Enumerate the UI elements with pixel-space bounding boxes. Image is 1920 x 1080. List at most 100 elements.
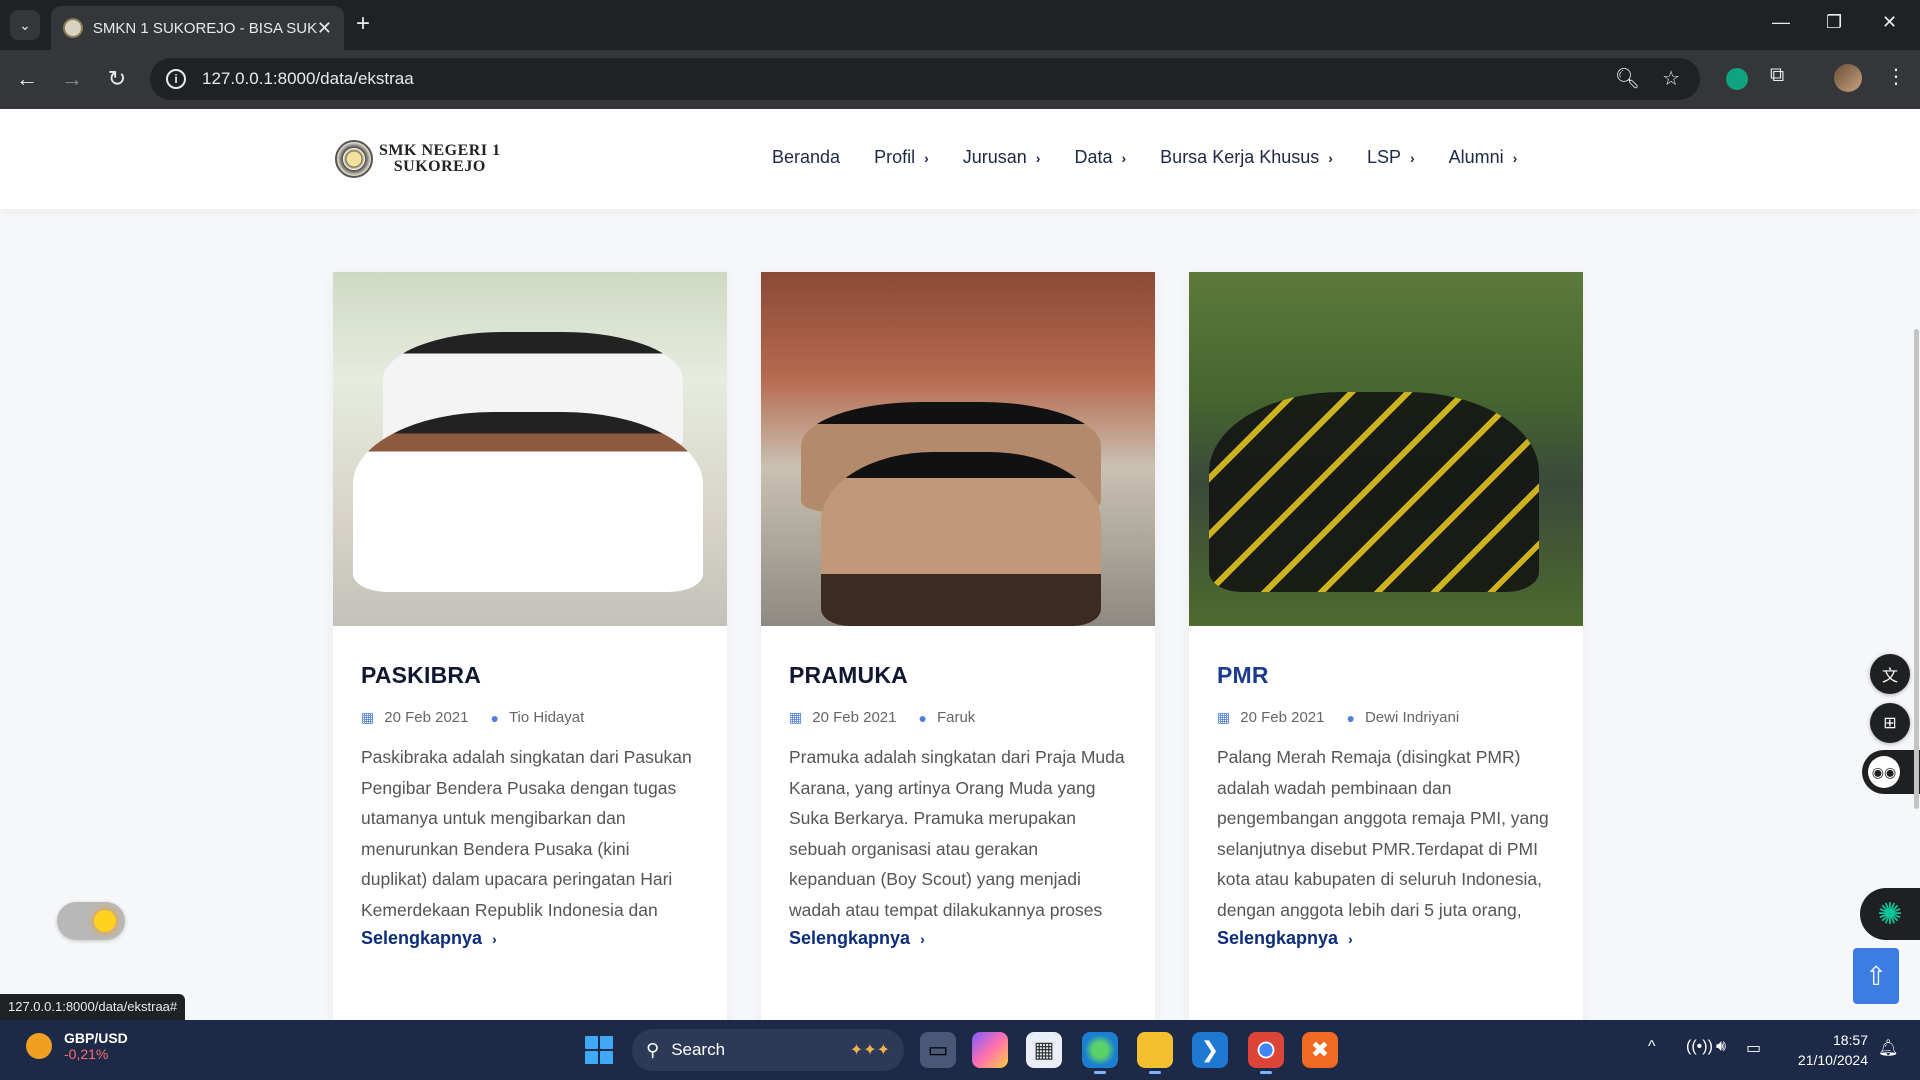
user-icon: ● bbox=[918, 709, 927, 726]
browser-toolbar: ← → ↻ i 127.0.0.1:8000/data/ekstraa 🔍︎ ☆… bbox=[0, 50, 1920, 109]
card-author: Faruk bbox=[936, 709, 976, 726]
minimize-icon[interactable]: — bbox=[1772, 12, 1790, 33]
store-icon[interactable]: ▦ bbox=[1026, 1032, 1062, 1068]
url-text: 127.0.0.1:8000/data/ekstraa bbox=[202, 69, 414, 88]
nav-label: Bursa Kerja Khusus bbox=[1160, 147, 1320, 167]
chrome-icon[interactable] bbox=[1248, 1032, 1284, 1074]
restore-icon[interactable]: ❐ bbox=[1826, 12, 1842, 33]
nav-beranda[interactable]: Beranda bbox=[772, 147, 840, 168]
menu-icon[interactable]: ⋮ bbox=[1886, 64, 1906, 89]
clock[interactable]: 18:57 21/10/2024 bbox=[1780, 1030, 1868, 1070]
notification-bell-icon[interactable]: 🔔︎ bbox=[1878, 1038, 1898, 1058]
currency-icon bbox=[26, 1033, 52, 1059]
scrollbar[interactable] bbox=[1914, 329, 1919, 809]
search-label: Search bbox=[671, 1040, 726, 1059]
card-pmr: PMR ▦ 20 Feb 2021 ● Dewi Indriyani Palan… bbox=[1189, 272, 1583, 1020]
chevron-right-icon: › bbox=[492, 930, 497, 947]
card-author: Dewi Indriyani bbox=[1364, 709, 1460, 726]
edge-icon[interactable] bbox=[1082, 1032, 1118, 1074]
card-date: 20 Feb 2021 bbox=[812, 709, 897, 726]
market-widget[interactable]: GBP/USD -0,21% bbox=[26, 1030, 128, 1062]
read-more-label: Selengkapnya bbox=[361, 928, 483, 948]
read-more-label: Selengkapnya bbox=[1217, 928, 1339, 948]
tab-list-icon[interactable]: ⌄ bbox=[10, 10, 40, 40]
logo-text: SMK NEGERI 1 SUKOREJO bbox=[379, 143, 501, 175]
nav-lsp[interactable]: LSP › bbox=[1367, 147, 1415, 168]
card-meta: ▦ 20 Feb 2021 ● Faruk bbox=[789, 709, 1127, 726]
volume-icon[interactable]: 🔊︎ bbox=[1716, 1038, 1726, 1056]
card-image-paskibra[interactable] bbox=[333, 272, 727, 626]
card-meta: ▦ 20 Feb 2021 ● Dewi Indriyani bbox=[1217, 709, 1555, 726]
zoom-icon[interactable]: 🔍︎ bbox=[1615, 66, 1640, 91]
copilot-icon[interactable] bbox=[972, 1032, 1008, 1068]
window-close-icon[interactable]: ✕ bbox=[1882, 12, 1897, 33]
ekstrakurikuler-cards: PASKIBRA ▦ 20 Feb 2021 ● Tio Hidayat Pas… bbox=[333, 272, 1583, 1020]
vscode-icon[interactable]: ❯ bbox=[1192, 1032, 1228, 1068]
card-meta: ▦ 20 Feb 2021 ● Tio Hidayat bbox=[361, 709, 699, 726]
file-explorer-icon[interactable] bbox=[1137, 1032, 1173, 1074]
sun-icon bbox=[94, 910, 116, 932]
widget-change: -0,21% bbox=[64, 1046, 109, 1062]
nav-label: Jurusan bbox=[962, 147, 1027, 167]
calendar-icon: ▦ bbox=[1217, 709, 1231, 725]
chatgpt-icon[interactable] bbox=[1726, 68, 1748, 90]
card-image-pmr[interactable] bbox=[1189, 272, 1583, 626]
card-title[interactable]: PRAMUKA bbox=[789, 662, 1127, 689]
windows-start-icon[interactable] bbox=[585, 1036, 613, 1064]
close-icon[interactable]: ✕ bbox=[317, 18, 332, 39]
nav-label: Beranda bbox=[772, 147, 841, 167]
scroll-top-button[interactable]: ⇧ bbox=[1853, 948, 1899, 1004]
widget-title: GBP/USD bbox=[64, 1030, 128, 1046]
taskbar-search[interactable]: ⚲ Search ✦✦✦ bbox=[632, 1029, 904, 1071]
wifi-icon[interactable]: ((•)) bbox=[1686, 1038, 1713, 1056]
logo-line1: SMK NEGERI 1 bbox=[379, 142, 501, 159]
task-view-icon[interactable]: ▭ bbox=[920, 1032, 956, 1068]
chevron-right-icon: › bbox=[1512, 149, 1518, 166]
theme-toggle[interactable] bbox=[57, 902, 125, 940]
tab-title: SMKN 1 SUKOREJO - BISA SUKSES bbox=[92, 19, 317, 37]
translate-icon[interactable]: 文 bbox=[1870, 654, 1910, 694]
star-icon[interactable]: ☆ bbox=[1662, 66, 1680, 91]
card-image-pramuka[interactable] bbox=[761, 272, 1155, 626]
status-url: 127.0.0.1:8000/data/ekstraa# bbox=[0, 994, 186, 1020]
chevron-up-icon[interactable]: ^ bbox=[1648, 1038, 1656, 1056]
card-paskibra: PASKIBRA ▦ 20 Feb 2021 ● Tio Hidayat Pas… bbox=[333, 272, 727, 1020]
profile-avatar[interactable] bbox=[1834, 64, 1862, 92]
calendar-icon: ▦ bbox=[789, 709, 803, 725]
extensions-icon[interactable]: ⧉ bbox=[1770, 64, 1784, 87]
xampp-icon[interactable]: ✖ bbox=[1302, 1032, 1338, 1068]
nav-alumni[interactable]: Alumni › bbox=[1449, 147, 1518, 168]
nav-label: Profil bbox=[874, 147, 916, 167]
back-icon[interactable]: ← bbox=[12, 64, 42, 94]
read-more-link[interactable]: Selengkapnya › bbox=[361, 928, 699, 949]
nav-profil[interactable]: Profil › bbox=[874, 147, 929, 168]
site-logo[interactable]: SMK NEGERI 1 SUKOREJO bbox=[335, 140, 501, 178]
chevron-right-icon: › bbox=[1121, 149, 1127, 166]
read-more-link[interactable]: Selengkapnya › bbox=[1217, 928, 1555, 949]
card-title[interactable]: PMR bbox=[1217, 662, 1555, 689]
nav-jurusan[interactable]: Jurusan › bbox=[963, 147, 1041, 168]
search-highlight-icon: ✦✦✦ bbox=[849, 1042, 890, 1059]
assistant-tab[interactable]: ◉◉ bbox=[1862, 750, 1920, 794]
nav-label: Alumni bbox=[1448, 147, 1504, 167]
forward-icon[interactable]: → bbox=[57, 64, 87, 94]
nav-bursa-kerja-khusus[interactable]: Bursa Kerja Khusus › bbox=[1160, 147, 1333, 168]
favicon-icon bbox=[63, 18, 83, 38]
read-more-link[interactable]: Selengkapnya › bbox=[789, 928, 1127, 949]
chevron-right-icon: › bbox=[1035, 149, 1041, 166]
card-excerpt: Pramuka adalah singkatan dari Praja Muda… bbox=[789, 747, 1125, 920]
nav-label: LSP bbox=[1366, 147, 1401, 167]
chevron-right-icon: › bbox=[924, 149, 929, 166]
card-title[interactable]: PASKIBRA bbox=[361, 662, 699, 689]
address-bar[interactable]: i 127.0.0.1:8000/data/ekstraa 🔍︎ ☆ bbox=[150, 58, 1700, 100]
active-tab[interactable]: SMKN 1 SUKOREJO - BISA SUKSES ✕ bbox=[51, 6, 344, 50]
battery-icon[interactable]: ▭ bbox=[1746, 1038, 1761, 1058]
chevron-right-icon: › bbox=[920, 930, 925, 947]
plus-icon[interactable]: + bbox=[356, 12, 370, 36]
card-excerpt: Paskibraka adalah singkatan dari Pasukan… bbox=[361, 747, 692, 920]
nav-data[interactable]: Data › bbox=[1074, 147, 1126, 168]
apps-grid-icon[interactable]: ⊞ bbox=[1870, 703, 1910, 743]
chatgpt-side-icon[interactable]: ✺ bbox=[1860, 888, 1920, 940]
info-icon[interactable]: i bbox=[166, 69, 186, 89]
reload-icon[interactable]: ↻ bbox=[102, 64, 132, 94]
